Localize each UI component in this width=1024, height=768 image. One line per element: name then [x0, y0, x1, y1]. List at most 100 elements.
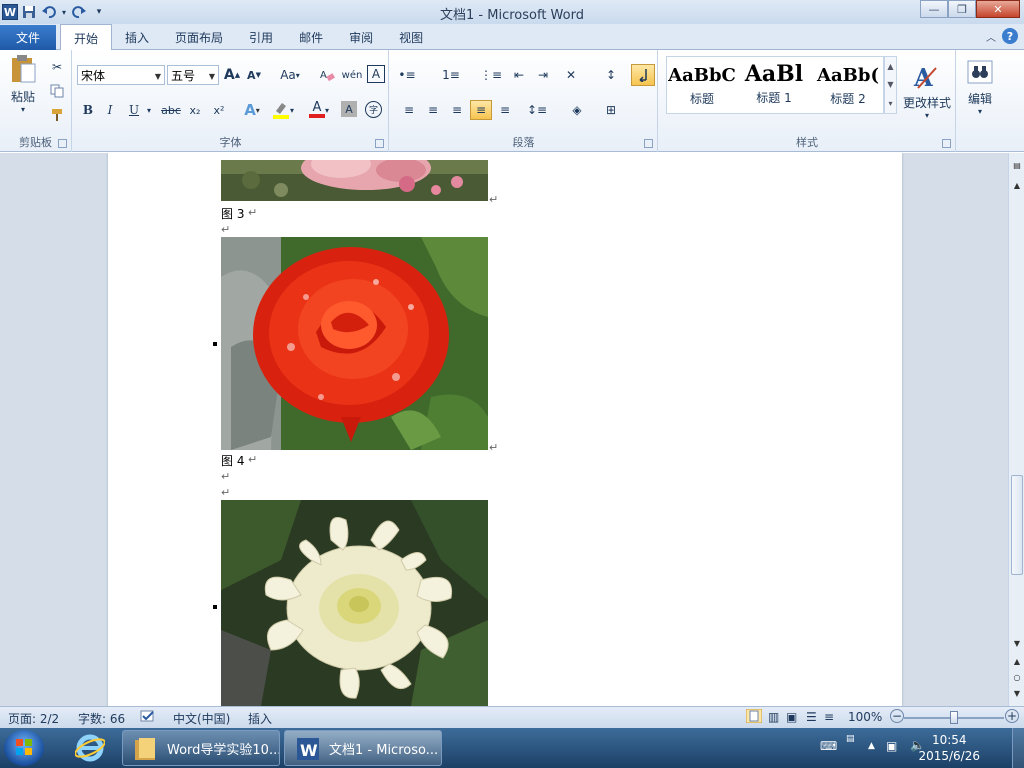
cut-icon[interactable]: ✂ [48, 58, 66, 76]
tab-6[interactable]: 视图 [386, 24, 436, 50]
grow-font-button[interactable]: A ▲ [223, 65, 241, 85]
chinese-layout-icon[interactable]: ✕ [560, 65, 582, 85]
character-shading-button[interactable]: A [341, 101, 357, 117]
phonetic-guide-button[interactable]: wén [341, 65, 363, 85]
subscript-button[interactable]: x₂ [185, 100, 205, 120]
font-color-button[interactable]: A ▾ [305, 100, 333, 120]
format-painter-icon[interactable] [48, 106, 66, 124]
red-rose-photo[interactable] [221, 237, 488, 450]
styles-launcher-icon[interactable] [942, 139, 951, 148]
start-button[interactable] [4, 730, 44, 766]
next-page-icon[interactable]: ▼ [1011, 689, 1023, 701]
shading-icon[interactable]: ◈ [566, 100, 588, 120]
show-desktop-button[interactable] [1012, 728, 1024, 768]
tab-5[interactable]: 审阅 [336, 24, 386, 50]
scroll-up-icon[interactable]: ▲ [1011, 181, 1023, 193]
distributed-icon[interactable]: ≡ [494, 100, 516, 120]
document-page[interactable]: ↵ 图 3 ↵ ↵ ↵ 图 4 ↵ ↵ ↵ [108, 153, 902, 706]
align-center-icon[interactable]: ≡ [422, 100, 444, 120]
ie-browser-button[interactable] [70, 732, 110, 764]
browse-object-icon[interactable]: ○ [1011, 673, 1023, 685]
change-styles-button[interactable]: A 更改样式 ▾ [900, 56, 954, 126]
network-icon[interactable]: ▣ [886, 739, 897, 753]
shrink-font-button[interactable]: A ▼ [245, 65, 263, 85]
clear-format-button[interactable]: A [317, 65, 337, 85]
style-heading1[interactable]: AaBl 标题 1 [739, 57, 809, 113]
ruler-toggle-icon[interactable]: ▤ [1011, 161, 1023, 173]
tab-1[interactable]: 插入 [112, 24, 162, 50]
white-chrysanthemum-photo[interactable] [221, 500, 488, 706]
taskbar-item-word[interactable]: W 文档1 - Microso... [284, 730, 442, 766]
superscript-button[interactable]: x² [209, 100, 229, 120]
font-launcher-icon[interactable] [375, 139, 384, 148]
outline-view-icon[interactable]: ☰ [806, 710, 817, 724]
enclose-characters-button[interactable]: 字 [365, 101, 382, 118]
previous-page-icon[interactable]: ▲ [1011, 657, 1023, 669]
decrease-indent-icon[interactable]: ⇤ [508, 65, 530, 85]
clock[interactable]: 10:54 2015/6/26 [918, 732, 980, 764]
image-anchor[interactable] [213, 605, 217, 609]
more-styles-icon[interactable]: ▾ [888, 99, 892, 108]
align-right-icon[interactable]: ≡ [446, 100, 468, 120]
taskbar-item-folder[interactable]: Word导学实验10... [122, 730, 280, 766]
tab-4[interactable]: 邮件 [286, 24, 336, 50]
minimize-button[interactable]: — [920, 0, 948, 18]
strikethrough-button[interactable]: abc [159, 100, 183, 120]
word-count[interactable]: 字数: 66 [78, 710, 125, 727]
text-effects-button[interactable]: A ▾ [239, 100, 265, 120]
underline-dropdown-icon[interactable]: ▾ [145, 100, 153, 120]
input-method-icon[interactable]: ▤ [846, 734, 855, 744]
scroll-down-icon[interactable]: ▼ [1011, 639, 1023, 651]
help-icon[interactable]: ? [1002, 28, 1018, 44]
minimize-ribbon-icon[interactable]: ︿ [986, 29, 996, 44]
close-button[interactable]: ✕ [976, 0, 1020, 18]
numbering-icon[interactable]: 1≡ [440, 65, 462, 85]
proofing-icon[interactable] [140, 710, 156, 727]
zoom-out-button[interactable]: − [890, 709, 904, 723]
change-case-button[interactable]: Aa ▾ [277, 65, 303, 85]
web-layout-icon[interactable]: ▣ [786, 710, 797, 724]
keyboard-icon[interactable]: ⌨ [820, 739, 837, 753]
page-count[interactable]: 页面: 2/2 [8, 710, 59, 727]
tab-2[interactable]: 页面布局 [162, 24, 236, 50]
tab-0[interactable]: 开始 [60, 24, 113, 51]
align-left-icon[interactable]: ≡ [398, 100, 420, 120]
zoom-level[interactable]: 100% [848, 710, 882, 724]
vertical-scrollbar[interactable]: ▤ ▲ ▼ ▲ ○ ▼ [1008, 153, 1024, 706]
line-spacing-icon[interactable]: ↕≡ [526, 100, 548, 120]
italic-button[interactable]: I [101, 100, 119, 120]
print-layout-view-icon[interactable] [745, 708, 763, 726]
image-anchor[interactable] [213, 342, 217, 346]
insert-mode-status[interactable]: 插入 [248, 710, 272, 727]
draft-view-icon[interactable]: ≡ [824, 710, 834, 724]
underline-button[interactable]: U [125, 100, 143, 120]
font-size-combo[interactable]: 五号 ▼ [167, 65, 219, 85]
zoom-in-button[interactable]: + [1005, 709, 1019, 723]
zoom-slider-thumb[interactable] [950, 711, 958, 724]
chevron-down-icon[interactable]: ▼ [887, 80, 893, 89]
increase-indent-icon[interactable]: ⇥ [532, 65, 554, 85]
font-name-combo[interactable]: 宋体 ▼ [77, 65, 165, 85]
style-title[interactable]: AaBbC 标题 [667, 57, 737, 113]
character-border-button[interactable]: A [367, 65, 385, 83]
paste-button[interactable]: 粘贴 ▾ [4, 54, 42, 114]
paragraph-launcher-icon[interactable] [644, 139, 653, 148]
show-hidden-icons[interactable]: ▲ [868, 741, 875, 751]
show-formatting-marks-button[interactable] [631, 64, 655, 86]
highlight-button[interactable]: ▾ [269, 100, 297, 120]
sort-icon[interactable]: ↕ [600, 65, 622, 85]
scroll-thumb[interactable] [1011, 475, 1023, 575]
copy-icon[interactable] [48, 82, 66, 100]
borders-icon[interactable]: ⊞ [600, 100, 622, 120]
justify-icon[interactable]: ≡ [470, 100, 492, 120]
bullets-icon[interactable]: •≡ [396, 65, 418, 85]
maximize-button[interactable]: ❐ [948, 0, 976, 18]
clipboard-launcher-icon[interactable] [58, 139, 67, 148]
editing-button[interactable]: 编辑 ▾ [963, 56, 997, 120]
bold-button[interactable]: B [79, 100, 97, 120]
language-status[interactable]: 中文(中国) [173, 710, 230, 727]
chevron-up-icon[interactable]: ▲ [887, 62, 893, 71]
style-gallery-scroll[interactable]: ▲ ▼ ▾ [884, 56, 897, 114]
tab-file[interactable]: 文件 [0, 25, 56, 50]
style-heading2[interactable]: AaBb( 标题 2 [813, 57, 883, 113]
